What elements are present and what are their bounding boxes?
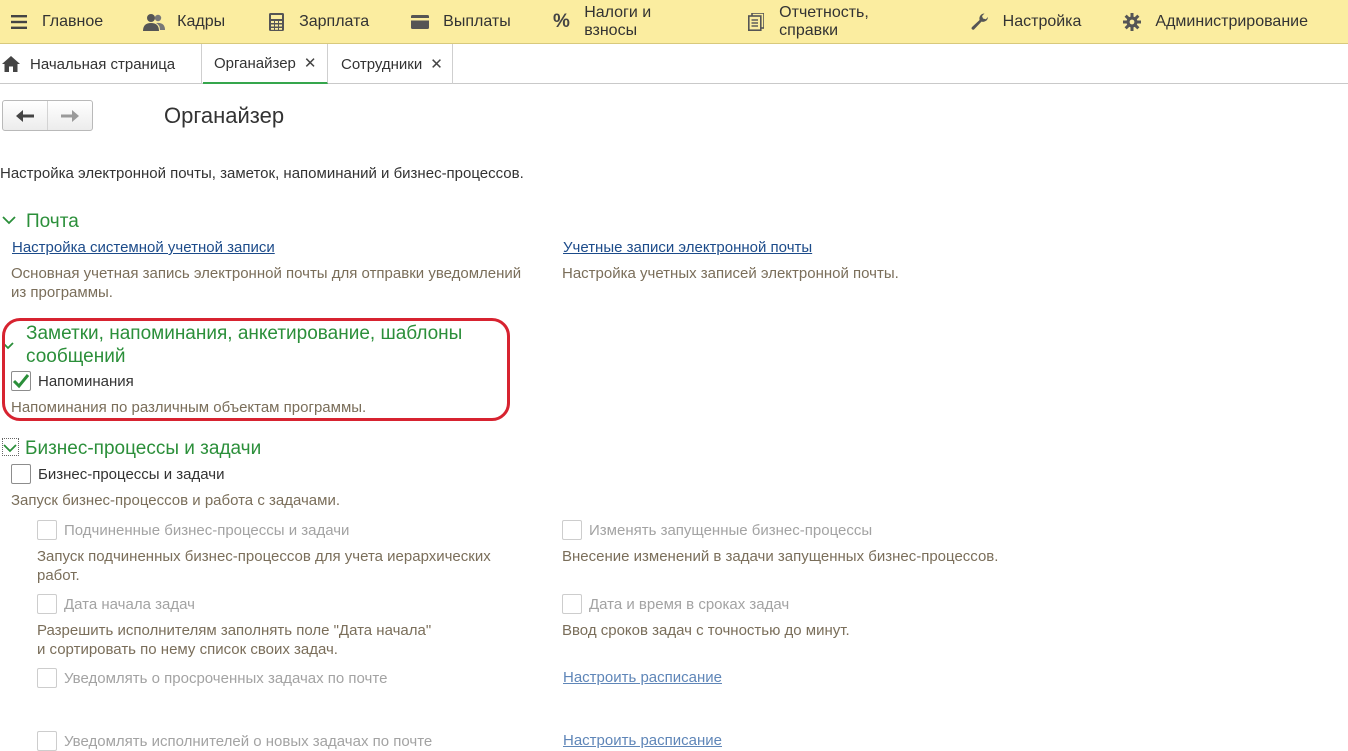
chevron-down-icon[interactable] (2, 438, 19, 456)
percent-icon: % (552, 10, 570, 32)
datetime-note: Ввод сроков задач с точностью до минут. (562, 622, 850, 639)
tab-organizer[interactable]: Органайзер ✕ (203, 44, 328, 84)
menu-item-payments[interactable]: Выплаты (409, 0, 511, 44)
reports-icon (746, 11, 768, 33)
new-tasks-checkbox[interactable] (37, 731, 57, 751)
note-line: Разрешить исполнителям заполнять поле "Д… (37, 622, 432, 639)
gear-icon (1121, 11, 1143, 33)
hamburger-icon (8, 11, 30, 33)
tab-employees[interactable]: Сотрудники ✕ (329, 44, 453, 84)
start-date-checkbox[interactable] (37, 594, 57, 614)
datetime-label: Дата и время в сроках задач (589, 595, 790, 613)
system-account-note: Основная учетная запись электронной почт… (11, 264, 551, 302)
start-date-label: Дата начала задач (64, 595, 195, 613)
menu-item-hr[interactable]: Кадры (143, 0, 225, 44)
email-accounts-link[interactable]: Учетные записи электронной почты (563, 239, 812, 256)
menu-item-label: Зарплата (299, 12, 370, 30)
datetime-checkbox-row[interactable]: Дата и время в сроках задач (562, 594, 789, 614)
menu-item-salary[interactable]: Зарплата (265, 0, 369, 44)
overdue-label: Уведомлять о просроченных задачах по поч… (64, 669, 388, 687)
sub-bp-label: Подчиненные бизнес-процессы и задачи (64, 521, 350, 539)
new-tasks-label: Уведомлять исполнителей о новых задачах … (64, 732, 433, 750)
bp-label: Бизнес-процессы и задачи (38, 465, 225, 483)
tab-bar: Начальная страница Органайзер ✕ Сотрудни… (0, 44, 1348, 84)
menu-item-taxes[interactable]: % Налоги и взносы (551, 0, 706, 44)
bp-note: Запуск бизнес-процессов и работа с задач… (11, 492, 340, 509)
sub-bp-checkbox[interactable] (37, 520, 57, 540)
menu-item-label: Главное (42, 12, 104, 30)
main-menu-bar: Главное Кадры Зарплата Выплаты % Налоги … (0, 0, 1348, 44)
arrow-right-icon (61, 109, 79, 122)
overdue-checkbox[interactable] (37, 668, 57, 688)
tab-organizer-label: Органайзер (214, 54, 296, 72)
email-accounts-note: Настройка учетных записей электронной по… (562, 265, 899, 282)
change-bp-note: Внесение изменений в задачи запущенных б… (562, 548, 999, 565)
menu-item-admin[interactable]: Администрирование (1121, 0, 1308, 44)
close-icon[interactable]: ✕ (304, 54, 317, 72)
sub-bp-checkbox-row[interactable]: Подчиненные бизнес-процессы и задачи (37, 520, 349, 540)
note-line: Запуск подчиненных бизнес-процессов для … (37, 548, 491, 565)
note-line: Основная учетная запись электронной почт… (11, 265, 522, 282)
history-nav (2, 100, 93, 131)
system-account-link[interactable]: Настройка системной учетной записи (12, 239, 275, 256)
home-icon (2, 56, 20, 72)
page-description: Настройка электронной почты, заметок, на… (0, 165, 524, 182)
sub-bp-note: Запуск подчиненных бизнес-процессов для … (37, 547, 547, 585)
datetime-checkbox[interactable] (562, 594, 582, 614)
bp-checkbox-row[interactable]: Бизнес-процессы и задачи (11, 464, 224, 484)
menu-item-label: Налоги и взносы (584, 3, 652, 39)
schedule-link-overdue[interactable]: Настроить расписание (563, 669, 722, 686)
back-button[interactable] (3, 101, 47, 130)
tab-home[interactable]: Начальная страница (0, 44, 202, 84)
start-date-note: Разрешить исполнителям заполнять поле "Д… (37, 621, 547, 659)
note-line: из программы. (11, 284, 113, 301)
change-bp-checkbox-row[interactable]: Изменять запущенные бизнес-процессы (562, 520, 872, 540)
overdue-checkbox-row[interactable]: Уведомлять о просроченных задачах по поч… (37, 668, 387, 688)
change-bp-checkbox[interactable] (562, 520, 582, 540)
section-mail-header[interactable]: Почта (2, 211, 79, 233)
highlight-frame (2, 318, 510, 421)
section-bp-title: Бизнес-процессы и задачи (25, 438, 262, 459)
menu-item-label: Настройка (1002, 12, 1082, 30)
menu-item-settings[interactable]: Настройка (969, 0, 1082, 44)
schedule-link-new-tasks[interactable]: Настроить расписание (563, 732, 722, 749)
section-bp-header[interactable]: Бизнес-процессы и задачи (2, 438, 261, 460)
menu-item-label: Выплаты (443, 12, 511, 30)
tab-employees-label: Сотрудники (341, 55, 423, 73)
tab-home-label: Начальная страница (30, 55, 176, 73)
menu-item-label: Отчетность, справки (779, 3, 869, 39)
arrow-left-icon (16, 109, 34, 122)
people-icon (143, 11, 166, 33)
bp-checkbox[interactable] (11, 464, 31, 484)
calculator-icon (265, 11, 287, 33)
page-title: Органайзер (164, 103, 285, 128)
close-icon[interactable]: ✕ (430, 55, 443, 73)
new-tasks-checkbox-row[interactable]: Уведомлять исполнителей о новых задачах … (37, 731, 432, 751)
note-line: работ. (37, 567, 80, 584)
wallet-icon (409, 11, 431, 33)
note-line: и сортировать по нему список своих задач… (37, 641, 338, 658)
menu-item-reports[interactable]: Отчетность, справки (746, 0, 929, 44)
start-date-checkbox-row[interactable]: Дата начала задач (37, 594, 195, 614)
section-mail-title: Почта (26, 211, 79, 232)
forward-button[interactable] (47, 101, 92, 130)
menu-item-label: Администрирование (1155, 12, 1308, 30)
chevron-down-icon[interactable] (2, 211, 18, 233)
menu-item-main[interactable]: Главное (8, 0, 103, 44)
wrench-icon (969, 11, 991, 33)
change-bp-label: Изменять запущенные бизнес-процессы (589, 521, 873, 539)
menu-item-label: Кадры (177, 12, 226, 30)
